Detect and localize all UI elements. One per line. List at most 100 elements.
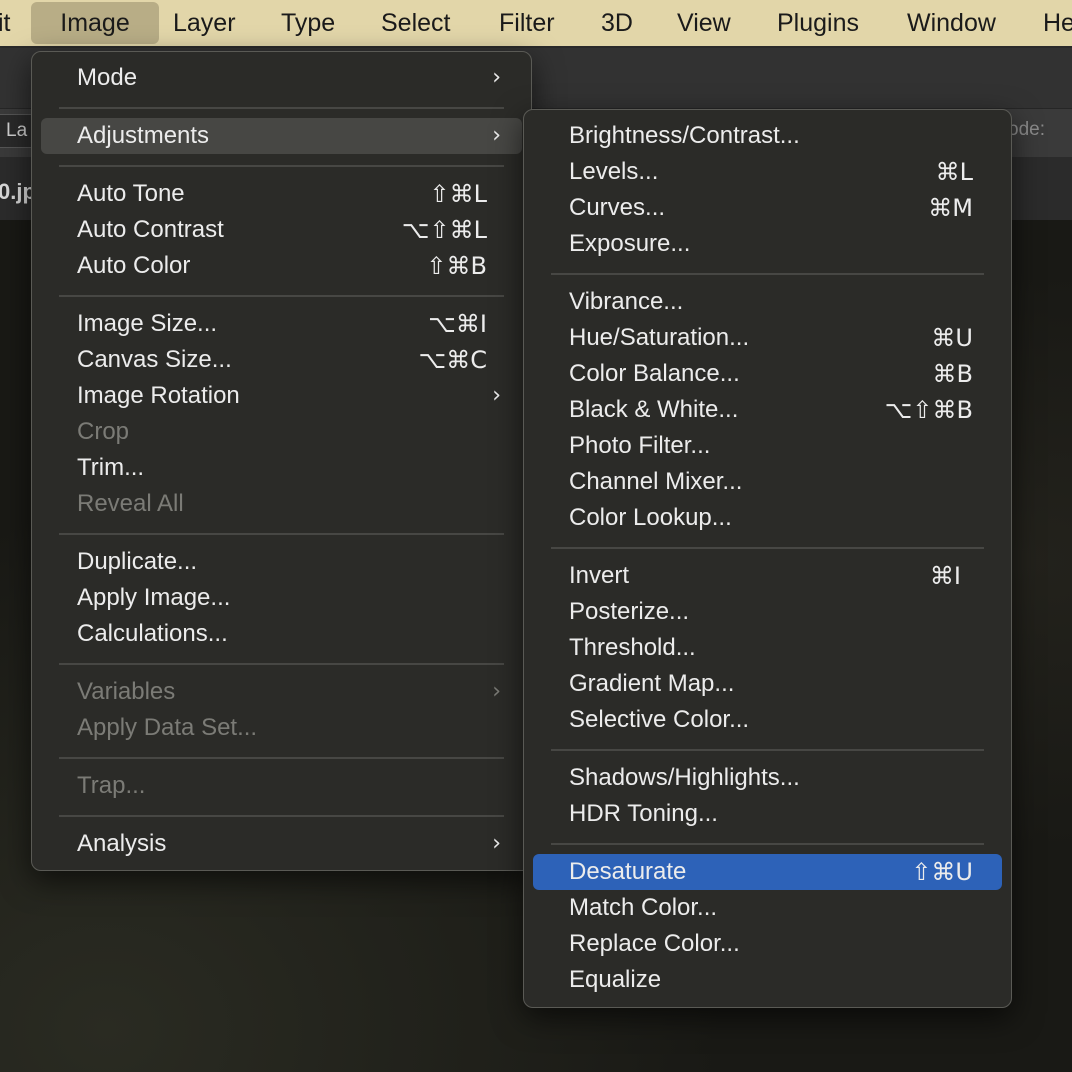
menubar-item-layer[interactable]: Layer xyxy=(173,0,236,46)
menu-item-label: Canvas Size... xyxy=(77,346,232,373)
menu-item-duplicate[interactable]: Duplicate... xyxy=(32,544,531,580)
menu-item-label: Posterize... xyxy=(569,598,690,625)
menu-item-label: Black & White... xyxy=(569,396,739,423)
menu-item-auto-color[interactable]: Auto Color ⇧⌘B xyxy=(32,248,531,284)
menubar-item-edit[interactable]: it xyxy=(0,0,11,46)
menu-item-label: Crop xyxy=(77,418,130,445)
menu-item-shadows-highlights[interactable]: Shadows/Highlights... xyxy=(524,760,1011,796)
menu-item-shortcut: ⌘B xyxy=(932,360,973,388)
menu-item-label: Equalize xyxy=(569,966,662,993)
menu-item-label: Curves... xyxy=(569,194,666,221)
menu-item-selective-color[interactable]: Selective Color... xyxy=(524,702,1011,738)
menu-item-auto-tone[interactable]: Auto Tone ⇧⌘L xyxy=(32,176,531,212)
menu-item-canvas-size[interactable]: Canvas Size... ⌥⌘C xyxy=(32,342,531,378)
menu-item-label: Channel Mixer... xyxy=(569,468,743,495)
menu-item-image-size[interactable]: Image Size... ⌥⌘I xyxy=(32,306,531,342)
menu-item-label: Match Color... xyxy=(569,894,718,921)
menubar-item-image[interactable]: Image xyxy=(31,2,159,44)
menu-item-label: Duplicate... xyxy=(77,548,198,575)
menu-item-channel-mixer[interactable]: Channel Mixer... xyxy=(524,464,1011,500)
menu-item-invert[interactable]: Invert ⌘I xyxy=(524,558,1011,594)
menu-item-crop: Crop xyxy=(32,414,531,450)
menubar-item-select[interactable]: Select xyxy=(381,0,450,46)
menu-item-image-rotation[interactable]: Image Rotation › xyxy=(32,378,531,414)
menu-item-label: Auto Contrast xyxy=(77,216,224,243)
menu-item-label: Desaturate xyxy=(569,858,687,885)
menu-item-shortcut: ⌥⌘I xyxy=(428,310,487,338)
menu-item-gradient-map[interactable]: Gradient Map... xyxy=(524,666,1011,702)
menu-item-label: Mode xyxy=(77,64,138,91)
menu-separator xyxy=(59,295,504,297)
menu-item-color-balance[interactable]: Color Balance... ⌘B xyxy=(524,356,1011,392)
menu-item-label: HDR Toning... xyxy=(569,800,718,827)
menubar-item-3d[interactable]: 3D xyxy=(601,0,633,46)
menu-item-reveal-all: Reveal All xyxy=(32,486,531,522)
menu-item-apply-data-set: Apply Data Set... xyxy=(32,710,531,746)
menu-item-exposure[interactable]: Exposure... xyxy=(524,226,1011,262)
adjustments-submenu: Brightness/Contrast... Levels... ⌘L Curv… xyxy=(523,109,1012,1008)
menu-item-shortcut: ⇧⌘B xyxy=(426,252,487,280)
menu-item-shortcut: ⌘L xyxy=(935,158,973,186)
menu-item-photo-filter[interactable]: Photo Filter... xyxy=(524,428,1011,464)
menu-item-equalize[interactable]: Equalize xyxy=(524,962,1011,998)
menu-item-label: Reveal All xyxy=(77,490,184,517)
menu-item-color-lookup[interactable]: Color Lookup... xyxy=(524,500,1011,536)
menu-item-mode[interactable]: Mode › xyxy=(32,60,531,96)
menu-item-shortcut: ⌘M xyxy=(928,194,973,222)
menu-item-desaturate[interactable]: Desaturate ⇧⌘U xyxy=(524,854,1011,890)
menu-item-label: Apply Image... xyxy=(77,584,231,611)
menu-separator xyxy=(59,757,504,759)
menu-separator xyxy=(59,165,504,167)
menu-item-trap: Trap... xyxy=(32,768,531,804)
menu-item-label: Shadows/Highlights... xyxy=(569,764,800,791)
menu-item-label: Calculations... xyxy=(77,620,228,647)
chevron-right-icon: › xyxy=(492,831,501,856)
menu-item-label: Photo Filter... xyxy=(569,432,711,459)
menu-item-curves[interactable]: Curves... ⌘M xyxy=(524,190,1011,226)
menu-item-label: Adjustments xyxy=(77,122,210,149)
menu-item-label: Analysis xyxy=(77,830,167,857)
menu-item-auto-contrast[interactable]: Auto Contrast ⌥⇧⌘L xyxy=(32,212,531,248)
menubar-item-type[interactable]: Type xyxy=(281,0,335,46)
menu-item-shortcut: ⇧⌘L xyxy=(429,180,487,208)
menubar-item-window[interactable]: Window xyxy=(907,0,996,46)
menu-item-label: Variables xyxy=(77,678,176,705)
mode-label-fragment: ode: xyxy=(1008,119,1045,140)
menu-item-adjustments[interactable]: Adjustments › xyxy=(32,118,531,154)
menu-item-calculations[interactable]: Calculations... xyxy=(32,616,531,652)
chevron-right-icon: › xyxy=(492,123,501,148)
menu-separator xyxy=(551,749,984,751)
menu-separator xyxy=(551,547,984,549)
menu-item-brightness-contrast[interactable]: Brightness/Contrast... xyxy=(524,118,1011,154)
menu-item-label: Threshold... xyxy=(569,634,696,661)
menu-item-label: Replace Color... xyxy=(569,930,740,957)
menu-item-threshold[interactable]: Threshold... xyxy=(524,630,1011,666)
chevron-right-icon: › xyxy=(492,383,501,408)
menubar-item-filter[interactable]: Filter xyxy=(499,0,555,46)
menu-item-label: Apply Data Set... xyxy=(77,714,258,741)
menu-item-label: Hue/Saturation... xyxy=(569,324,750,351)
menubar-item-help[interactable]: He xyxy=(1043,0,1072,46)
layer-label-fragment: La xyxy=(6,120,28,141)
menu-item-hdr-toning[interactable]: HDR Toning... xyxy=(524,796,1011,832)
menu-item-label: Image Size... xyxy=(77,310,218,337)
menu-item-levels[interactable]: Levels... ⌘L xyxy=(524,154,1011,190)
menu-item-label: Auto Color xyxy=(77,252,191,279)
menu-item-label: Invert xyxy=(569,562,630,589)
menu-item-vibrance[interactable]: Vibrance... xyxy=(524,284,1011,320)
menu-item-trim[interactable]: Trim... xyxy=(32,450,531,486)
menu-item-replace-color[interactable]: Replace Color... xyxy=(524,926,1011,962)
menubar-item-view[interactable]: View xyxy=(677,0,731,46)
menu-item-black-white[interactable]: Black & White... ⌥⇧⌘B xyxy=(524,392,1011,428)
menu-item-apply-image[interactable]: Apply Image... xyxy=(32,580,531,616)
menu-item-posterize[interactable]: Posterize... xyxy=(524,594,1011,630)
menu-item-match-color[interactable]: Match Color... xyxy=(524,890,1011,926)
image-menu: Mode › Adjustments › Auto Tone ⇧⌘L Auto … xyxy=(31,51,532,871)
app-menubar: it Image Layer Type Select Filter 3D Vie… xyxy=(0,0,1072,48)
menu-item-analysis[interactable]: Analysis › xyxy=(32,826,531,862)
menubar-item-plugins[interactable]: Plugins xyxy=(777,0,859,46)
chevron-right-icon: › xyxy=(492,65,501,90)
chevron-right-icon: › xyxy=(492,679,501,704)
menu-item-hue-saturation[interactable]: Hue/Saturation... ⌘U xyxy=(524,320,1011,356)
menu-item-shortcut: ⌥⇧⌘L xyxy=(401,216,487,244)
